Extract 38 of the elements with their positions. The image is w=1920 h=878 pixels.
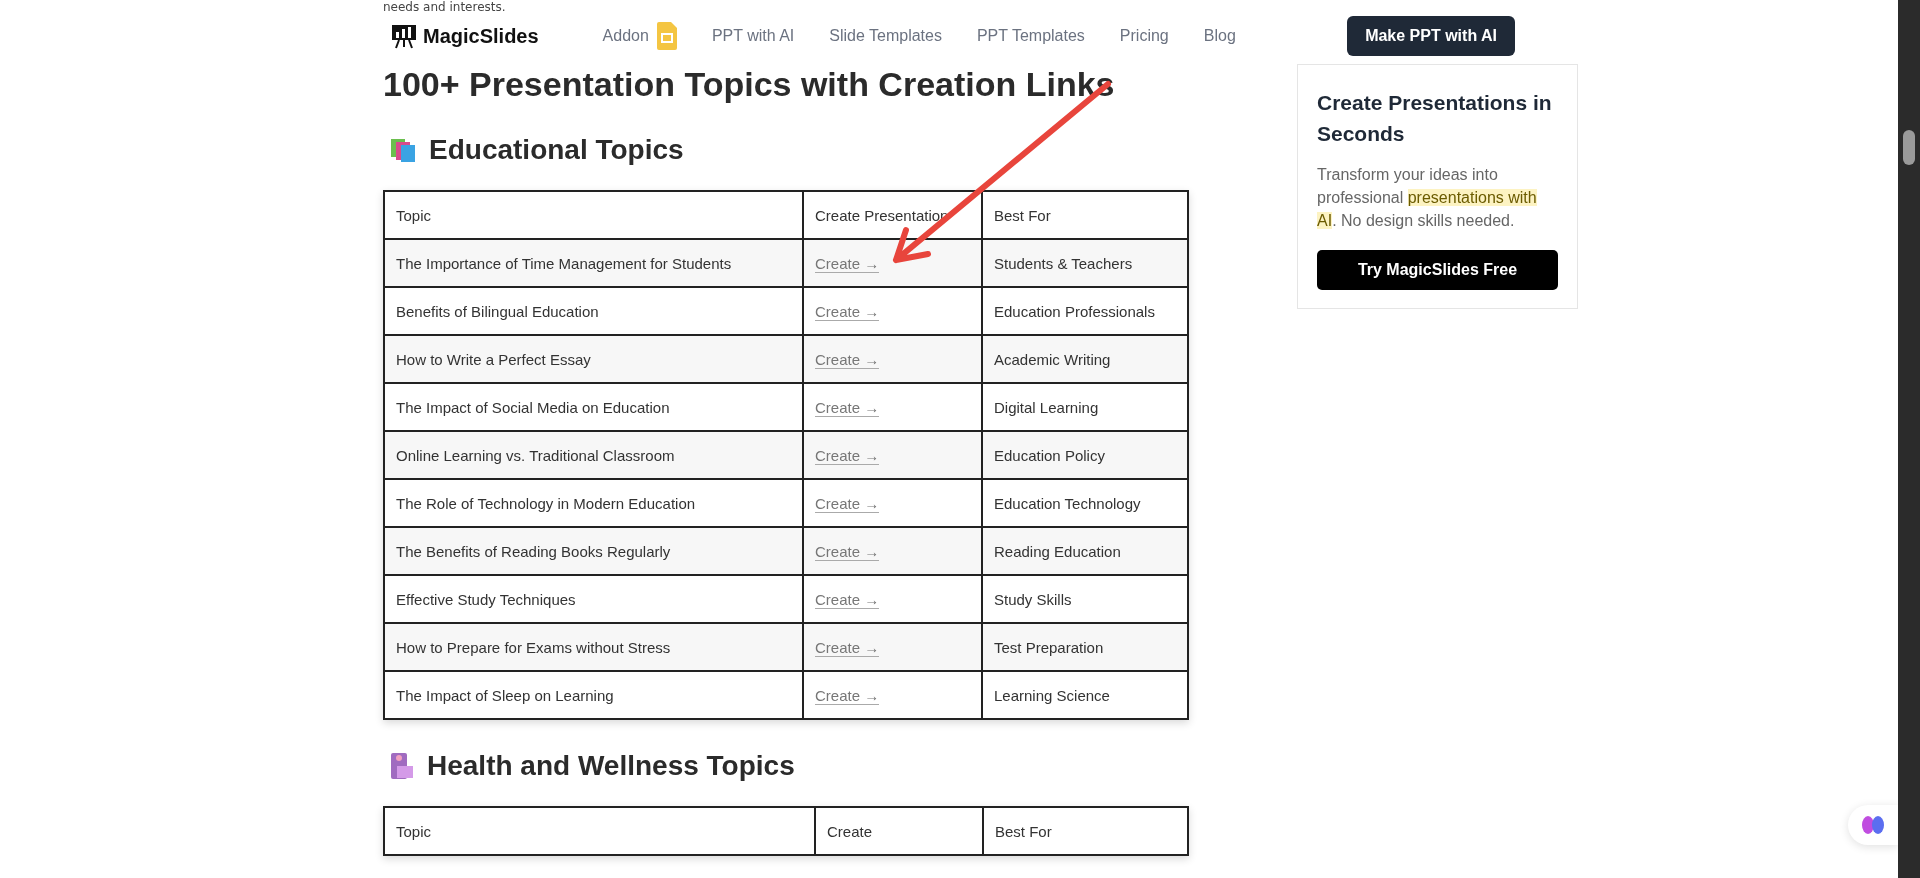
paragraph-text: needs and interests.: [383, 0, 506, 14]
create-link[interactable]: Create →: [815, 590, 880, 609]
create-link[interactable]: Create →: [815, 350, 880, 369]
nav-link[interactable]: PPT with AI: [711, 27, 795, 45]
create-link[interactable]: Create →: [815, 638, 880, 657]
nav-link[interactable]: Blog: [1203, 27, 1236, 45]
create-link[interactable]: Create →: [815, 302, 880, 321]
nav-link[interactable]: Slide Templates: [829, 27, 942, 45]
column-header: Best For: [982, 191, 1188, 239]
create-link[interactable]: Create →: [815, 494, 880, 513]
section-heading: Educational Topics: [429, 134, 684, 166]
create-link[interactable]: Create →: [815, 254, 880, 273]
column-header: Topic: [384, 807, 815, 855]
slides-file-icon: [656, 22, 677, 50]
try-free-button[interactable]: Try MagicSlides Free: [1317, 250, 1558, 290]
table-cell: Learning Science: [982, 671, 1188, 719]
assistant-button[interactable]: [1848, 805, 1898, 845]
column-header: Topic: [384, 191, 803, 239]
nav-link[interactable]: PPT Templates: [976, 27, 1085, 45]
column-header: Best For: [983, 807, 1188, 855]
scrollbar-thumb[interactable]: [1903, 130, 1915, 165]
books-icon: [389, 137, 417, 163]
create-link[interactable]: Create →: [815, 446, 880, 465]
medical-book-icon: [389, 752, 415, 780]
make-ppt-button[interactable]: Make PPT with AI: [1347, 16, 1515, 56]
scrollbar[interactable]: [1898, 0, 1920, 878]
create-link[interactable]: Create →: [815, 398, 880, 417]
column-header: Create: [815, 807, 983, 855]
nav-link[interactable]: Addon: [602, 22, 677, 50]
table-cell: The Impact of Sleep on Learning: [384, 671, 803, 719]
logo-text[interactable]: MagicSlides: [423, 24, 539, 48]
section-heading: Health and Wellness Topics: [427, 750, 795, 782]
card-text: Transform your ideas into professional presentations with AI. No design skills needed.: [1317, 165, 1538, 231]
create-link[interactable]: Create →: [815, 542, 880, 561]
nav-link[interactable]: Pricing: [1119, 27, 1169, 45]
create-link[interactable]: Create →: [815, 686, 880, 705]
presentation-board-icon: [391, 23, 417, 49]
card-title: Create Presentations in Seconds: [1317, 90, 1553, 147]
